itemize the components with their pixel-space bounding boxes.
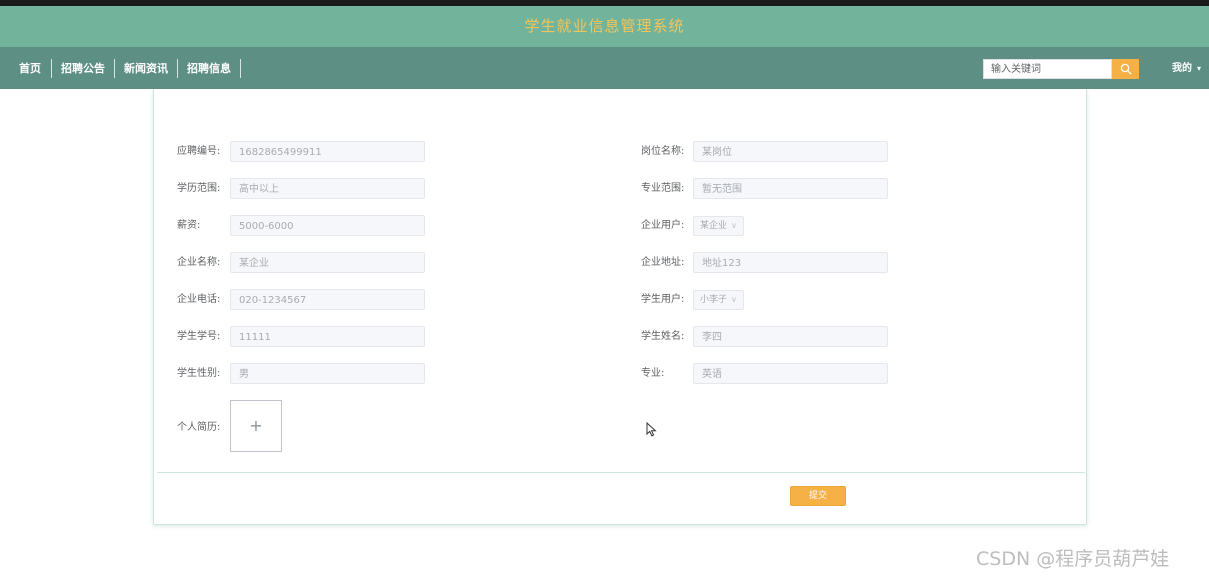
position-name-field[interactable]: 某岗位 (693, 141, 888, 162)
nav-separator (114, 59, 115, 78)
field-label-company-name: 企业名称: (177, 257, 221, 268)
field-label-student-name: 学生姓名: (641, 331, 685, 342)
student-gender-field[interactable]: 男 (230, 363, 425, 384)
search-icon (1120, 63, 1131, 75)
field-label-student-gender: 学生性别: (177, 368, 221, 379)
nav-separator (240, 59, 241, 78)
nav-separator (177, 59, 178, 78)
nav-item-news[interactable]: 新闻资讯 (124, 59, 168, 78)
company-user-value: 某企业 (700, 221, 728, 231)
form-divider (157, 472, 1085, 473)
field-label-education: 学历范围: (177, 183, 221, 194)
search-input[interactable] (983, 59, 1112, 79)
submit-button[interactable]: 提交 (790, 486, 846, 506)
field-label-resume: 个人简历: (177, 422, 221, 433)
company-user-select[interactable]: 某企业 ∨ (693, 216, 744, 236)
field-label-student-user: 学生用户: (641, 294, 685, 305)
app-no-field[interactable]: 1682865499911 (230, 141, 425, 162)
education-field[interactable]: 高中以上 (230, 178, 425, 199)
student-user-value: 小李子 (700, 295, 728, 305)
nav-separator (51, 59, 52, 78)
major-field[interactable]: 英语 (693, 363, 888, 384)
mouse-pointer-icon (646, 421, 657, 440)
chevron-down-icon: ∨ (731, 221, 737, 230)
field-label-student-id: 学生学号: (177, 331, 221, 342)
nav-item-recruitment-notice[interactable]: 招聘公告 (61, 59, 105, 78)
company-address-field[interactable]: 地址123 (693, 252, 888, 273)
student-id-field[interactable]: 11111 (230, 326, 425, 347)
field-label-company-phone: 企业电话: (177, 294, 221, 305)
chevron-down-icon: ▾ (1197, 64, 1202, 73)
company-name-field[interactable]: 某企业 (230, 252, 425, 273)
resume-upload[interactable]: + (230, 400, 282, 452)
search-button[interactable] (1112, 59, 1139, 79)
user-menu[interactable]: 我的 ▾ (1172, 60, 1201, 78)
field-label-company-user: 企业用户: (641, 220, 685, 231)
nav-item-home[interactable]: 首页 (19, 59, 41, 78)
field-label-position-name: 岗位名称: (641, 146, 685, 157)
field-label-company-address: 企业地址: (641, 257, 685, 268)
plus-icon: + (249, 416, 263, 435)
field-label-salary: 薪资: (177, 220, 201, 231)
chevron-down-icon: ∨ (731, 295, 737, 304)
field-label-major: 专业: (641, 368, 665, 379)
company-phone-field[interactable]: 020-1234567 (230, 289, 425, 310)
site-header: 学生就业信息管理系统 (0, 6, 1209, 47)
major-range-field[interactable]: 暂无范围 (693, 178, 888, 199)
salary-field[interactable]: 5000-6000 (230, 215, 425, 236)
field-label-major-range: 专业范围: (641, 183, 685, 194)
nav-item-recruitment-info[interactable]: 招聘信息 (187, 59, 231, 78)
field-label-app-no: 应聘编号: (177, 146, 221, 157)
site-title: 学生就业信息管理系统 (524, 17, 685, 35)
student-name-field[interactable]: 李四 (693, 326, 888, 347)
student-user-select[interactable]: 小李子 ∨ (693, 290, 744, 310)
user-menu-label: 我的 (1172, 63, 1192, 74)
watermark: CSDN @程序员葫芦娃 (976, 548, 1170, 570)
